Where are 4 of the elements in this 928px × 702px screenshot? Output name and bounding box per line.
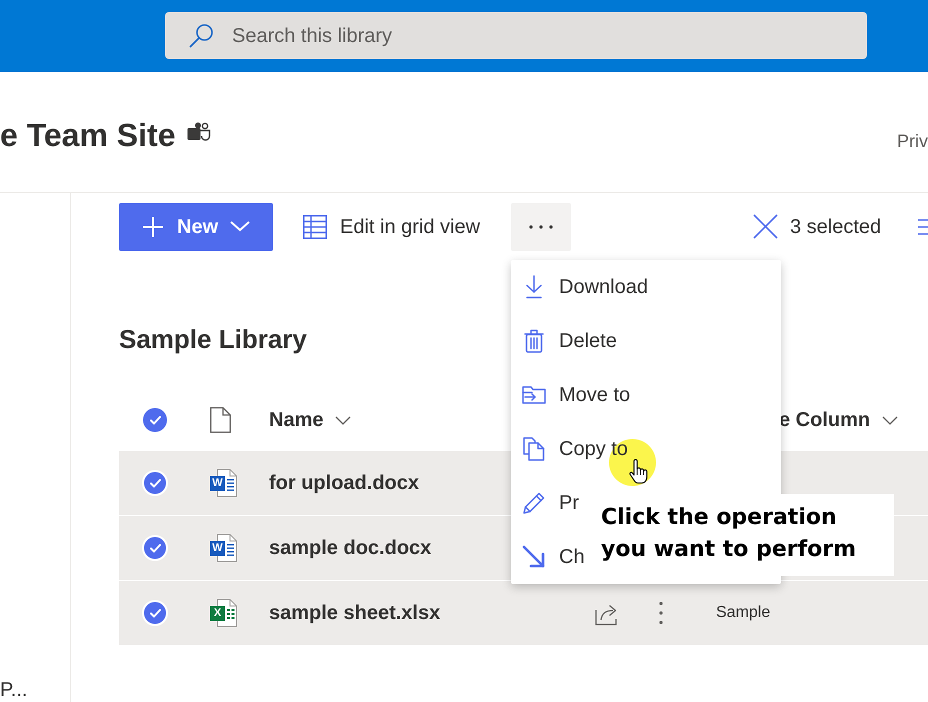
library-title: Sample Library [119, 323, 307, 356]
site-title: e Team Site [0, 119, 176, 151]
column-cell-text: Sample [716, 603, 770, 623]
privacy-label: Priv [897, 130, 928, 152]
